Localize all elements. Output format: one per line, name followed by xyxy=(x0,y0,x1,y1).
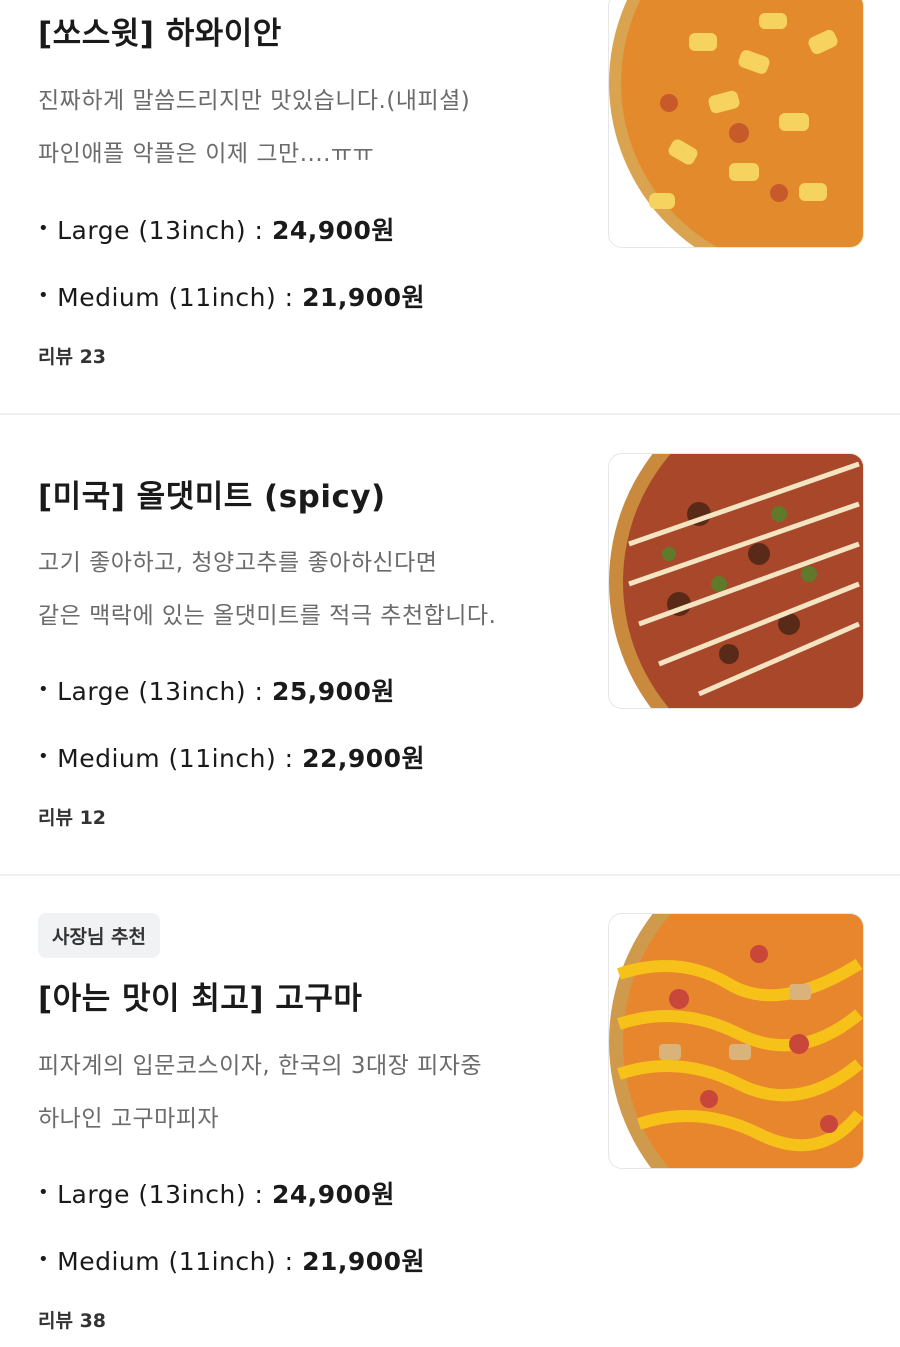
sweet-potato-pizza-image[interactable] xyxy=(608,913,864,1169)
menu-item-sweet-potato[interactable]: 사장님 추천 [아는 맛이 최고] 고구마 피자계의 입문코스이자, 한국의 3… xyxy=(0,876,900,1347)
menu-item-title: [미국] 올댓미트 (spicy) xyxy=(38,479,386,515)
all-that-meat-pizza-image[interactable] xyxy=(608,453,864,709)
menu-list: [쏘스윗] 하와이안 진짜하게 말씀드리지만 맛있습니다.(내피셜) 파인애플 … xyxy=(0,0,900,1347)
menu-item-desc-line: 같은 맥락에 있는 올댓미트를 적극 추천합니다. xyxy=(38,603,497,629)
menu-item-desc-line: 진짜하게 말씀드리지만 맛있습니다.(내피셜) xyxy=(38,88,471,114)
review-count[interactable]: 리뷰 38 xyxy=(38,1306,106,1333)
price-medium: • Medium (11inch) : 21,900원 xyxy=(38,1247,426,1276)
menu-item-all-that-meat[interactable]: [미국] 올댓미트 (spicy) 고기 좋아하고, 청양고추를 좋아하신다면 … xyxy=(0,415,900,874)
review-count[interactable]: 리뷰 12 xyxy=(38,803,106,830)
menu-item-title: [쏘스윗] 하와이안 xyxy=(38,16,282,52)
menu-item-desc-line: 고기 좋아하고, 청양고추를 좋아하신다면 xyxy=(38,550,438,576)
price-large: • Large (13inch) : 24,900원 xyxy=(38,1180,395,1209)
price-medium: • Medium (11inch) : 21,900원 xyxy=(38,283,426,312)
hawaiian-pizza-image[interactable] xyxy=(608,0,864,248)
price-medium: • Medium (11inch) : 22,900원 xyxy=(38,744,426,773)
price-large: • Large (13inch) : 25,900원 xyxy=(38,677,395,706)
menu-item-desc-line: 하나인 고구마피자 xyxy=(38,1106,220,1132)
review-count[interactable]: 리뷰 23 xyxy=(38,342,106,369)
menu-item-desc-line: 피자계의 입문코스이자, 한국의 3대장 피자중 xyxy=(38,1053,483,1079)
price-large: • Large (13inch) : 24,900원 xyxy=(38,216,395,245)
owner-recommend-badge: 사장님 추천 xyxy=(38,913,161,958)
menu-item-desc-line: 파인애플 악플은 이제 그만....ㅠㅠ xyxy=(38,141,375,167)
menu-item-hawaiian[interactable]: [쏘스윗] 하와이안 진짜하게 말씀드리지만 맛있습니다.(내피셜) 파인애플 … xyxy=(0,0,900,413)
menu-item-title: [아는 맛이 최고] 고구마 xyxy=(38,981,363,1017)
